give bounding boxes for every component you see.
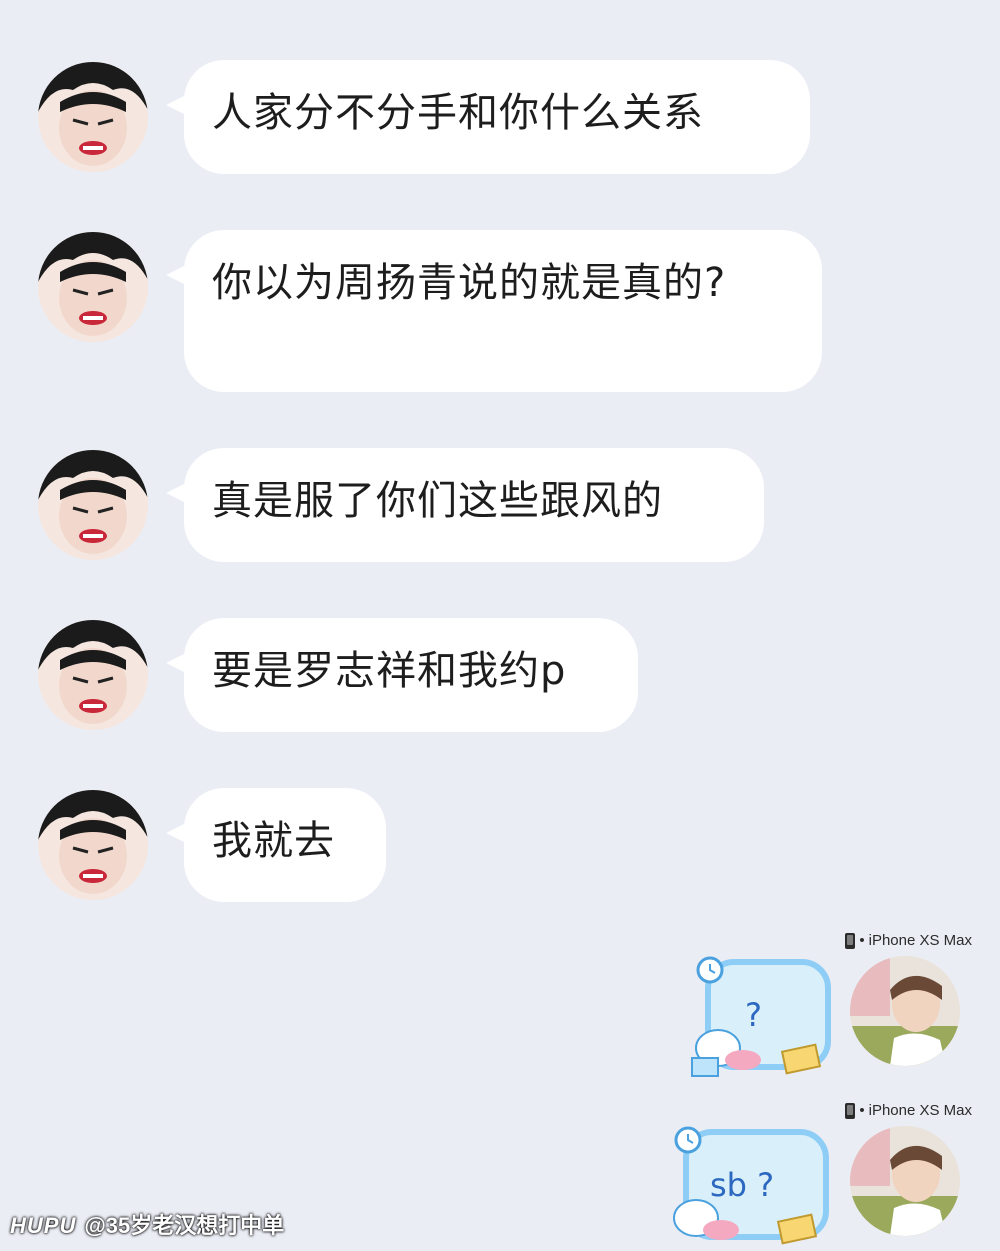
message-bubble[interactable]: 你以为周扬青说的就是真的? <box>184 230 822 392</box>
message-bubble[interactable]: 真是服了你们这些跟风的 <box>184 448 764 562</box>
sender-avatar[interactable] <box>38 790 148 900</box>
message-row-incoming: 我就去 <box>0 786 1000 904</box>
separator-dot: • <box>859 932 865 949</box>
message-bubble[interactable]: 要是罗志祥和我约p <box>184 618 638 732</box>
device-label: • iPhone XS Max <box>845 1102 972 1119</box>
message-text: 人家分不分手和你什么关系 <box>212 90 704 136</box>
message-row-outgoing: • iPhone XS Max ? <box>0 930 1000 1090</box>
message-text: 真是服了你们这些跟风的 <box>212 478 663 524</box>
message-text: 你以为周扬青说的就是真的? <box>212 260 727 306</box>
message-text: 要是罗志祥和我约p <box>212 648 567 694</box>
bubble-tail <box>166 95 186 115</box>
watermark-brand: HUPU <box>10 1213 77 1238</box>
sender-avatar[interactable] <box>38 62 148 172</box>
message-row-incoming: 要是罗志祥和我约p <box>0 616 1000 734</box>
user-avatar[interactable] <box>850 956 960 1066</box>
sticker-text: ? <box>745 996 762 1034</box>
watermark-author: @35岁老汉想打中单 <box>84 1213 285 1238</box>
phone-icon <box>845 932 856 949</box>
message-row-incoming: 人家分不分手和你什么关系 <box>0 58 1000 176</box>
device-name: iPhone XS Max <box>868 1102 972 1119</box>
message-bubble[interactable]: 我就去 <box>184 788 386 902</box>
user-avatar[interactable] <box>850 1126 960 1236</box>
watermark: HUPU @35岁老汉想打中单 <box>10 1208 284 1240</box>
bubble-tail <box>166 823 186 843</box>
device-name: iPhone XS Max <box>868 932 972 949</box>
sender-avatar[interactable] <box>38 450 148 560</box>
separator-dot: • <box>859 1102 865 1119</box>
sticker-text: sb ? <box>710 1166 775 1204</box>
message-text: 我就去 <box>212 818 335 864</box>
device-label: • iPhone XS Max <box>845 932 972 949</box>
message-bubble[interactable]: 人家分不分手和你什么关系 <box>184 60 810 174</box>
sticker-message[interactable] <box>688 956 838 1081</box>
message-row-incoming: 你以为周扬青说的就是真的? <box>0 228 1000 394</box>
sender-avatar[interactable] <box>38 620 148 730</box>
sender-avatar[interactable] <box>38 232 148 342</box>
message-row-incoming: 真是服了你们这些跟风的 <box>0 446 1000 564</box>
phone-icon <box>845 1102 856 1119</box>
bubble-tail <box>166 265 186 285</box>
bubble-tail <box>166 653 186 673</box>
bubble-tail <box>166 483 186 503</box>
